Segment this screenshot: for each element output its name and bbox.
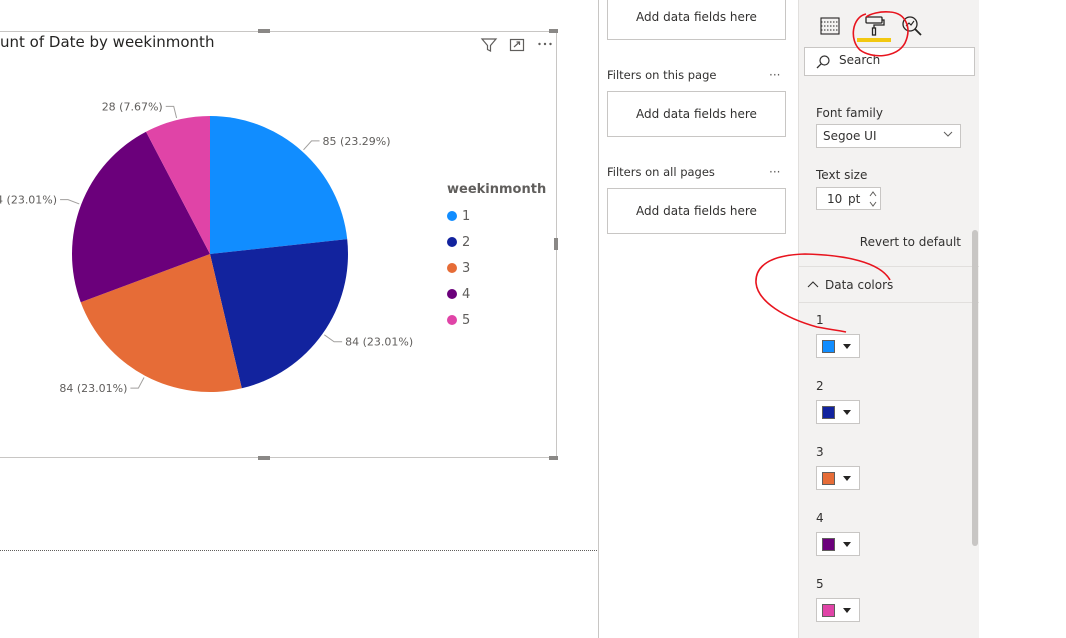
legend-label: 5 (462, 312, 471, 328)
data-color-label-5: 5 (816, 577, 824, 591)
leader-line-5 (165, 105, 178, 119)
legend-item-5[interactable]: 5 (447, 307, 546, 333)
filters-on-page-heading: Filters on this page (607, 68, 717, 82)
filter-icon[interactable] (480, 36, 498, 54)
caret-down-icon (843, 542, 851, 547)
format-search-box[interactable] (804, 47, 975, 76)
font-family-value: Segoe UI (823, 129, 877, 143)
color-swatch (822, 406, 835, 419)
pane-margin (979, 0, 1066, 638)
drop-well-label: Add data fields here (636, 107, 757, 121)
color-picker-4[interactable] (816, 532, 860, 556)
report-canvas[interactable]: unt of Date by weekinmonth 85 (23.29%) 84… (0, 0, 598, 638)
filters-all-pages-heading: Filters on all pages (607, 165, 715, 179)
legend-marker (447, 263, 457, 273)
data-label-1: 85 (23.29%) (323, 135, 391, 148)
color-picker-5[interactable] (816, 598, 860, 622)
data-colors-section-header[interactable]: Data colors (806, 278, 893, 292)
resize-handle-bottom-right[interactable] (549, 456, 558, 460)
section-divider (799, 266, 979, 267)
data-color-label-3: 3 (816, 445, 824, 459)
visual-filter-drop-well[interactable]: Add data fields here (607, 0, 786, 40)
legend-marker (447, 315, 457, 325)
legend-label: 1 (462, 208, 471, 224)
paint-roller-icon[interactable] (862, 14, 886, 38)
color-swatch (822, 340, 835, 353)
data-color-label-1: 1 (816, 313, 824, 327)
resize-handle-right[interactable] (554, 238, 558, 250)
page-filter-drop-well[interactable]: Add data fields here (607, 91, 786, 137)
color-picker-2[interactable] (816, 400, 860, 424)
caret-down-icon (843, 410, 851, 415)
search-input[interactable] (839, 53, 969, 67)
stepper-down-icon[interactable] (868, 200, 878, 208)
active-tab-indicator (857, 38, 891, 42)
more-options-icon[interactable] (536, 36, 554, 54)
filters-all-pages-more-button[interactable]: ··· (769, 165, 780, 179)
resize-handle-top-right[interactable] (549, 29, 558, 33)
legend-label: 2 (462, 234, 471, 250)
color-swatch (822, 472, 835, 485)
resize-handle-bottom[interactable] (258, 456, 270, 460)
data-colors-label: Data colors (825, 278, 894, 292)
caret-down-icon (843, 344, 851, 349)
text-size-value[interactable]: 10 (827, 192, 842, 206)
visual-title: unt of Date by weekinmonth (0, 33, 215, 51)
page-boundary-line (0, 550, 597, 551)
data-label-4: 84 (23.01%) (0, 194, 57, 207)
data-color-label-2: 2 (816, 379, 824, 393)
text-size-unit: pt (848, 192, 861, 206)
data-color-label-4: 4 (816, 511, 824, 525)
legend-item-4[interactable]: 4 (447, 281, 546, 307)
data-label-3: 84 (23.01%) (59, 382, 127, 395)
color-picker-1[interactable] (816, 334, 860, 358)
drop-well-label: Add data fields here (636, 10, 757, 24)
chart-legend: weekinmonth 1 2 3 4 5 (447, 182, 546, 333)
data-label-2: 84 (23.01%) (345, 336, 413, 349)
table-fields-icon[interactable] (818, 14, 842, 38)
leader-line-1 (303, 140, 320, 151)
color-picker-3[interactable] (816, 466, 860, 490)
focus-mode-icon[interactable] (508, 36, 526, 54)
text-size-label: Text size (816, 168, 868, 182)
legend-item-1[interactable]: 1 (447, 203, 546, 229)
legend-marker (447, 289, 457, 299)
font-family-dropdown[interactable]: Segoe UI (816, 124, 961, 148)
caret-down-icon (843, 608, 851, 613)
color-swatch (822, 604, 835, 617)
leader-line-3 (130, 377, 145, 389)
chevron-up-icon (807, 281, 819, 288)
legend-title: weekinmonth (447, 182, 547, 197)
font-family-label: Font family (816, 106, 883, 120)
color-swatch (822, 538, 835, 551)
legend-item-2[interactable]: 2 (447, 229, 546, 255)
legend-label: 3 (462, 260, 471, 276)
analytics-magnifier-icon[interactable] (900, 14, 924, 38)
data-label-5: 28 (7.67%) (102, 100, 163, 113)
legend-item-3[interactable]: 3 (447, 255, 546, 281)
legend-marker (447, 211, 457, 221)
drop-well-label: Add data fields here (636, 204, 757, 218)
stepper-up-icon[interactable] (868, 190, 878, 198)
filters-page-more-button[interactable]: ··· (769, 68, 780, 82)
search-icon (816, 55, 830, 69)
section-divider (799, 302, 979, 303)
legend-label: 4 (462, 286, 471, 302)
caret-down-icon (843, 476, 851, 481)
format-pane-scrollbar[interactable] (972, 230, 978, 546)
chevron-down-icon (943, 131, 953, 137)
leader-line-2 (324, 334, 343, 343)
revert-to-default-button[interactable]: Revert to default (816, 235, 961, 249)
filters-pane: Add data fields here Filters on this pag… (599, 0, 799, 638)
legend-marker (447, 237, 457, 247)
resize-handle-top[interactable] (258, 29, 270, 33)
pie-chart: 85 (23.29%) 84 (23.01%) 84 (23.01%) 84 (23.… (0, 100, 413, 395)
text-size-stepper[interactable]: 10 pt (816, 187, 881, 210)
all-pages-filter-drop-well[interactable]: Add data fields here (607, 188, 786, 234)
leader-line-4 (60, 199, 80, 205)
